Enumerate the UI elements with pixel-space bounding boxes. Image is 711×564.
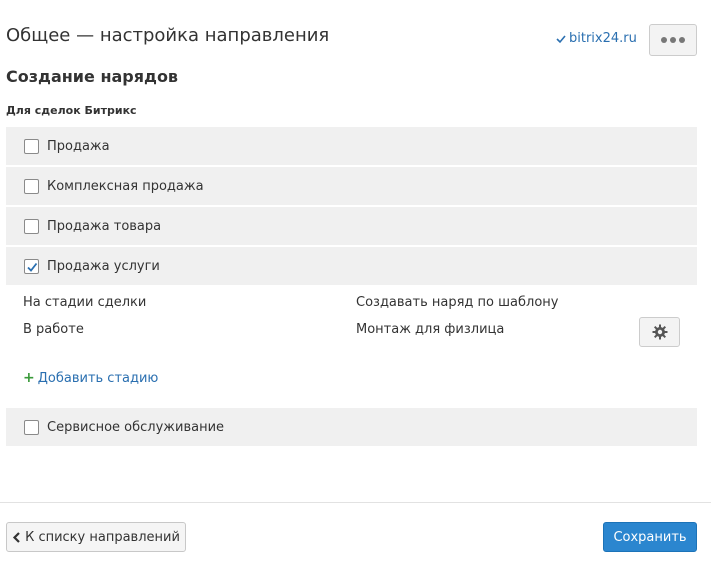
add-stage-link[interactable]: + Добавить стадию [23, 370, 158, 386]
option-label: Продажа [47, 138, 110, 154]
template-cell: Монтаж для физлица [356, 322, 505, 337]
add-stage-label: Добавить стадию [37, 370, 159, 386]
checkbox-service[interactable] [24, 419, 39, 435]
stage-cell: В работе [23, 322, 84, 337]
option-label: Продажа услуги [47, 258, 160, 274]
site-link-label: bitrix24.ru [569, 31, 637, 46]
stage-column-header: На стадии сделки [23, 295, 147, 310]
plus-icon: + [23, 370, 35, 386]
group-label: Для сделок Битрикс [6, 104, 137, 117]
back-to-list-button[interactable]: К списку направлений [6, 522, 186, 552]
checkbox-service-sale[interactable] [24, 258, 39, 274]
more-icon-dot [679, 37, 685, 43]
save-button[interactable]: Сохранить [603, 522, 697, 552]
checkbox-sale[interactable] [24, 138, 39, 154]
back-label: К списку направлений [25, 529, 180, 545]
option-row-service-sale[interactable]: Продажа услуги [6, 247, 697, 285]
footer-divider [0, 502, 711, 503]
option-label: Сервисное обслуживание [47, 419, 225, 435]
more-button[interactable] [649, 24, 697, 56]
checkbox-complex-sale[interactable] [24, 178, 39, 194]
option-label: Продажа товара [47, 218, 162, 234]
option-row-complex-sale[interactable]: Комплексная продажа [6, 167, 697, 205]
gear-icon [652, 324, 667, 340]
page-header: Общее — настройка направления bitrix24.r… [6, 24, 697, 58]
section-title: Создание нарядов [6, 67, 179, 86]
option-label: Комплексная продажа [47, 178, 204, 194]
settings-button[interactable] [639, 317, 680, 347]
checkbox-product-sale[interactable] [24, 218, 39, 234]
template-column-header: Создавать наряд по шаблону [356, 295, 559, 310]
check-icon [556, 34, 566, 43]
stage-table: На стадии сделки Создавать наряд по шабл… [6, 285, 697, 395]
option-row-service[interactable]: Сервисное обслуживание [6, 408, 697, 446]
site-link[interactable]: bitrix24.ru [556, 31, 637, 46]
option-row-sale[interactable]: Продажа [6, 127, 697, 165]
option-row-product-sale[interactable]: Продажа товара [6, 207, 697, 245]
more-icon-dot [670, 37, 676, 43]
chevron-left-icon [13, 531, 20, 543]
more-icon [661, 37, 667, 43]
check-icon [27, 262, 38, 272]
page-title: Общее — настройка направления [6, 25, 330, 46]
